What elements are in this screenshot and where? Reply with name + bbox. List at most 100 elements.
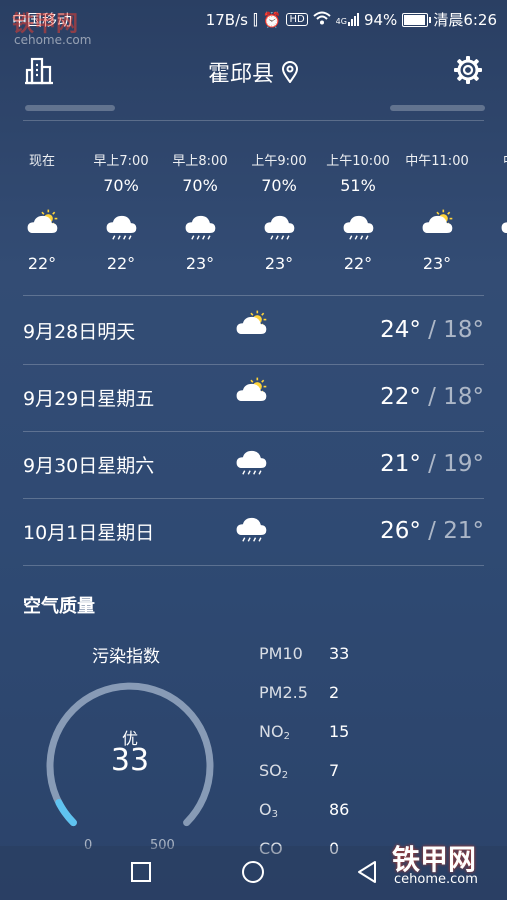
hour-time: 现在 [28,154,55,169]
day-high: 24° [380,317,421,343]
signal-icon: 4G [336,13,359,26]
pollutant-value: 86 [329,800,350,819]
day-low: 21° [443,518,484,544]
day-low: 18° [443,384,484,410]
pollutant-name: SO2 [259,761,289,781]
partly-sunny-icon [397,202,477,246]
pollution-index-label: 污染指数 [92,647,160,667]
rain-icon [239,202,319,246]
cloudy-icon [476,202,507,246]
hour-time: 早上7:00 [93,154,149,169]
pollutant-value: 7 [329,761,340,780]
hour-precip: 70% [182,176,218,195]
pollutant-value: 2 [329,683,340,702]
watermark-url-bottom: cehome.com [394,872,478,887]
hour-precip: 70% [261,176,297,195]
status-right: 17B/s ⫿ ⏰ HD 4G 94% 清晨6:26 [206,9,497,30]
temp-separator: / [420,518,444,544]
partly-sunny-icon [233,374,269,414]
daily-row[interactable]: 9月29日星期五 22° / 18° [23,364,484,430]
day-low: 18° [443,317,484,343]
wifi-icon [313,11,331,29]
divider [23,120,484,121]
location-title[interactable]: 霍邱县 [0,56,507,89]
partly-sunny-icon [233,307,269,347]
day-date: 9月28日明天 [23,320,136,343]
day-high: 22° [380,384,421,410]
recent-apps-button[interactable] [130,861,152,887]
hourly-item: 上午9:00 70% 23° [239,150,319,273]
daily-row[interactable]: 9月30日星期六 21° / 19° [23,431,484,497]
hour-time: 中午11:00 [405,154,469,169]
alarm-icon: ⏰ [262,10,282,29]
aqi-value: 33 [110,743,150,778]
hourly-item: 中午 2 [476,150,507,273]
hour-temp: 2 [476,254,507,273]
location-pin-icon [281,61,299,89]
hourly-item: 中午11:00 23° [397,150,477,273]
clock: 清晨6:26 [433,11,497,29]
day-date: 9月30日星期六 [23,454,155,477]
gauge-fill [55,799,77,827]
pollutant-value: 15 [329,722,350,741]
partly-sunny-icon [2,202,82,246]
location-name: 霍邱县 [207,62,274,87]
pollutant-name: PM2.5 [259,683,308,702]
hourly-item: 早上8:00 70% 23° [160,150,240,273]
hourly-item: 现在 22° [2,150,82,273]
divider [23,565,484,566]
day-temps: 21° / 19° [380,451,484,477]
scrolled-remnant [25,103,485,115]
divider [23,295,484,296]
air-quality-title: 空气质量 [23,596,95,617]
hour-time: 中午 [476,150,507,169]
hour-precip [476,176,507,202]
day-low: 19° [443,451,484,477]
day-high: 21° [380,451,421,477]
rain-icon [233,441,269,481]
hour-precip: 70% [103,176,139,195]
back-button[interactable] [356,860,378,888]
daily-row[interactable]: 9月28日明天 24° / 18° [23,297,484,363]
hour-precip [2,176,82,202]
day-date: 9月29日星期五 [23,387,155,410]
hour-temp: 23° [185,254,215,273]
day-temps: 24° / 18° [380,317,484,343]
hour-time: 早上8:00 [172,154,228,169]
temp-separator: / [420,451,444,477]
hour-temp: 22° [27,254,57,273]
battery-icon [402,12,432,27]
hourly-item: 上午10:00 51% 22° [318,150,398,273]
home-button[interactable] [241,860,265,888]
rain-icon [318,202,398,246]
rain-icon [81,202,161,246]
hourly-item: 早上7:00 70% 22° [81,150,161,273]
daily-row[interactable]: 10月1日星期日 26° / 21° [23,498,484,564]
rain-icon [233,508,269,548]
battery-percent: 94% [363,10,398,29]
hour-precip: 51% [340,176,376,195]
day-high: 26° [380,518,421,544]
hour-temp: 23° [422,254,452,273]
net-speed: 17B/s [205,10,248,29]
hour-time: 上午9:00 [251,154,307,169]
rain-icon [160,202,240,246]
hd-icon: HD [286,13,308,26]
settings-gear-icon[interactable] [452,54,484,86]
hour-temp: 22° [343,254,373,273]
temp-separator: / [420,317,444,343]
hour-precip [397,176,477,202]
day-temps: 26° / 21° [380,518,484,544]
vibrate-icon: ⫿ [252,10,258,29]
pollutant-name: NO2 [259,722,290,742]
header: 霍邱县 [0,36,507,104]
pollutant-value: 33 [329,644,350,663]
temp-separator: / [420,384,444,410]
pollutant-name: PM10 [259,644,303,663]
hour-temp: 22° [106,254,136,273]
day-temps: 22° / 18° [380,384,484,410]
day-date: 10月1日星期日 [23,521,155,544]
hour-temp: 23° [264,254,294,273]
pollutant-name: O3 [259,800,278,820]
hour-time: 上午10:00 [326,154,390,169]
